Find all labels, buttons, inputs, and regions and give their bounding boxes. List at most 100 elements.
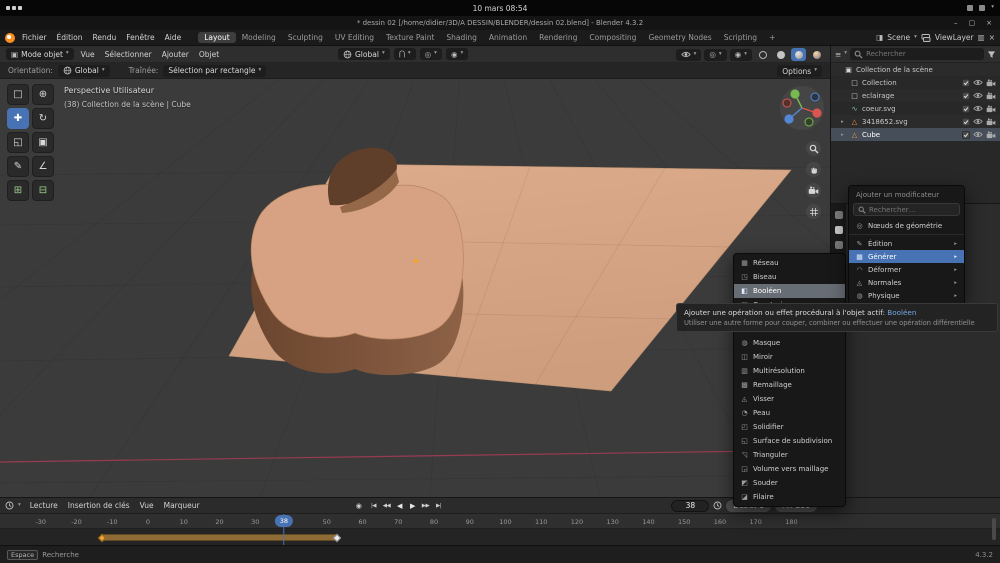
workspace-tab[interactable]: Rendering <box>533 32 583 43</box>
next-keyframe-button[interactable]: ▶▶ <box>419 500 432 512</box>
hide-eye-icon[interactable] <box>973 79 983 86</box>
outliner-search[interactable] <box>850 48 984 60</box>
submenu-item[interactable]: ◍ Masque <box>734 336 845 350</box>
submenu-item[interactable]: ◧ Booléen <box>734 284 845 298</box>
tool-tab-icon[interactable] <box>835 211 843 219</box>
render-camera-icon[interactable] <box>986 92 996 100</box>
selectable-checkbox-icon[interactable] <box>962 92 970 100</box>
navigation-gizmo[interactable] <box>779 85 825 131</box>
auto-key-button[interactable]: ◉ <box>352 500 365 512</box>
overlays-dropdown[interactable]: ◉ ▾ <box>730 49 752 61</box>
shading-rendered-button[interactable] <box>809 48 824 61</box>
close-button[interactable]: × <box>986 19 992 27</box>
menu-item[interactable]: Édition <box>52 33 88 42</box>
mode-selector[interactable]: ▣ Mode objet ▾ <box>6 48 74 60</box>
hide-eye-icon[interactable] <box>973 131 983 138</box>
timeline-menu-item[interactable]: Insertion de clés <box>63 501 135 510</box>
keyframe-band[interactable] <box>102 535 338 540</box>
prev-keyframe-button[interactable]: ◀◀ <box>380 500 393 512</box>
submenu-item[interactable]: ◹ Trianguler <box>734 448 845 462</box>
minimize-button[interactable]: – <box>954 19 958 27</box>
scene-selector[interactable]: Scene <box>887 33 910 42</box>
modifier-category-item[interactable]: ◍ Physique ▸ <box>849 289 964 302</box>
camera-view-icon[interactable] <box>806 183 821 198</box>
submenu-item[interactable]: ◬ Visser <box>734 392 845 406</box>
outliner-row[interactable]: ∿ coeur.svg <box>831 102 1000 115</box>
submenu-item[interactable]: ◳ Biseau <box>734 270 845 284</box>
submenu-item[interactable]: ◔ Peau <box>734 406 845 420</box>
submenu-item[interactable]: ▥ Multirésolution <box>734 364 845 378</box>
tweak-select-tool[interactable]: □ <box>7 84 29 105</box>
outliner-search-input[interactable] <box>866 50 980 58</box>
jump-start-button[interactable]: |◀ <box>367 500 380 512</box>
current-frame-field[interactable]: 38 <box>671 500 709 512</box>
modifier-tab-icon[interactable] <box>835 226 843 234</box>
move-tool[interactable]: ✚ <box>7 108 29 129</box>
submenu-item[interactable]: ◲ Volume vers maillage <box>734 462 845 476</box>
transform-tool[interactable]: ▣ <box>32 132 54 153</box>
orientation-selector[interactable]: Global ▾ <box>58 65 110 77</box>
zoom-icon[interactable] <box>806 141 821 156</box>
remove-icon[interactable]: × <box>989 33 995 42</box>
play-button[interactable]: ▶ <box>406 500 419 512</box>
hide-eye-icon[interactable] <box>973 105 983 112</box>
workspace-tab[interactable]: Compositing <box>583 32 642 43</box>
menu-item[interactable]: Aide <box>160 33 187 42</box>
snap-target-selector[interactable]: ◎ ▾ <box>420 48 442 60</box>
render-camera-icon[interactable] <box>986 105 996 113</box>
selectable-checkbox-icon[interactable] <box>962 105 970 113</box>
shading-solid-button[interactable] <box>773 48 788 61</box>
menu-item[interactable]: Rendu <box>87 33 121 42</box>
submenu-item[interactable]: ▦ Réseau <box>734 256 845 270</box>
hide-eye-icon[interactable] <box>973 92 983 99</box>
workspace-tab[interactable]: Sculpting <box>282 32 329 43</box>
funnel-filter-icon[interactable] <box>987 50 996 59</box>
transform-orientation-selector[interactable]: Global ▾ <box>338 48 390 60</box>
workspace-tab[interactable]: Modeling <box>236 32 282 43</box>
annotate-tool[interactable]: ✎ <box>7 156 29 177</box>
menu-item[interactable]: Fenêtre <box>121 33 159 42</box>
submenu-item[interactable]: ◩ Souder <box>734 476 845 490</box>
submenu-item[interactable]: ▩ Remaillage <box>734 378 845 392</box>
expand-arrow-icon[interactable]: ▸ <box>841 119 847 125</box>
scale-tool[interactable]: ◱ <box>7 132 29 153</box>
workspace-tab[interactable]: Layout <box>198 32 236 43</box>
render-camera-icon[interactable] <box>986 118 996 126</box>
cursor-tool[interactable]: ⊕ <box>32 84 54 105</box>
proportional-editing-toggle[interactable]: ◉ ▾ <box>446 48 468 60</box>
options-button[interactable]: Options ▾ <box>777 65 822 77</box>
viewport-menu-item[interactable]: Ajouter <box>157 50 194 59</box>
jump-end-button[interactable]: ▶| <box>432 500 445 512</box>
viewport-menu-item[interactable]: Objet <box>194 50 224 59</box>
modifier-search[interactable] <box>853 203 960 216</box>
workspace-tab[interactable]: UV Editing <box>329 32 380 43</box>
outliner-row[interactable]: ▸ △ Cube <box>831 128 1000 141</box>
hide-eye-icon[interactable] <box>973 118 983 125</box>
outliner-row[interactable]: ▸ △ 3418652.svg <box>831 115 1000 128</box>
maximize-button[interactable]: ▢ <box>969 19 976 27</box>
viewport-menu-item[interactable]: Sélectionner <box>100 50 157 59</box>
workspace-tab[interactable]: + <box>763 32 781 43</box>
pan-hand-icon[interactable] <box>806 162 821 177</box>
render-camera-icon[interactable] <box>986 79 996 87</box>
menu-item-geometry-nodes[interactable]: ◎ Nœuds de géométrie <box>849 219 964 232</box>
modifier-search-input[interactable] <box>869 206 955 214</box>
gizmos-dropdown[interactable]: ◎ ▾ <box>704 49 726 61</box>
shading-material-button[interactable] <box>791 48 806 61</box>
submenu-item[interactable]: ◪ Filaire <box>734 490 845 504</box>
viewport-menu-item[interactable]: Vue <box>76 50 100 59</box>
playhead[interactable]: 38 <box>275 515 293 527</box>
add-cube-tool[interactable]: ⊞ <box>7 180 29 201</box>
copy-icon[interactable]: ▥ <box>978 33 985 42</box>
timeline-ruler[interactable]: -30-20-100102030506070809010011012013014… <box>0 514 1000 529</box>
modifier-category-item[interactable]: ◠ Déformer ▸ <box>849 263 964 276</box>
modifier-category-item[interactable]: ▦ Générer ▸ <box>849 250 964 263</box>
shading-wireframe-button[interactable] <box>755 48 770 61</box>
visibility-dropdown[interactable]: ▾ <box>676 49 702 61</box>
timeline-menu-item[interactable]: Marqueur <box>159 501 205 510</box>
menu-item[interactable]: Fichier <box>17 33 52 42</box>
rotate-tool[interactable]: ↻ <box>32 108 54 129</box>
workspace-tab[interactable]: Shading <box>440 32 482 43</box>
outliner-row-scene-collection[interactable]: ▣ Collection de la scène <box>831 63 1000 76</box>
submenu-item[interactable]: ◰ Solidifier <box>734 420 845 434</box>
